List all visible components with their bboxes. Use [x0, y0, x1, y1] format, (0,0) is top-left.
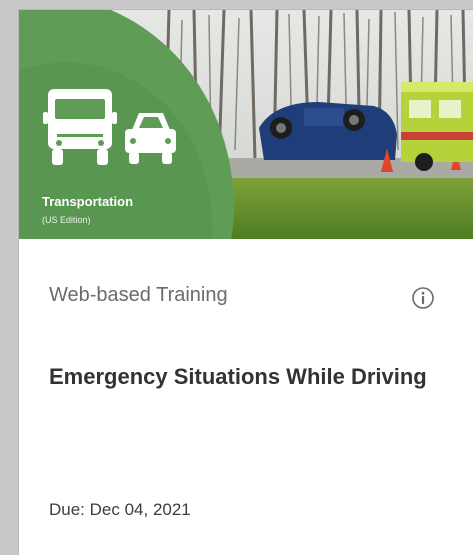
banner-category: Transportation	[42, 194, 133, 209]
due-date: Due: Dec 04, 2021	[49, 500, 191, 519]
course-banner-image: Transportation (US Edition)	[19, 10, 473, 239]
banner-edition: (US Edition)	[42, 215, 91, 225]
course-banner: Transportation (US Edition)	[19, 10, 473, 239]
course-card[interactable]: Transportation (US Edition) Web-based Tr…	[18, 9, 473, 555]
info-icon[interactable]	[411, 286, 435, 310]
training-type-label: Web-based Training	[49, 284, 228, 306]
course-title[interactable]: Emergency Situations While Driving	[49, 363, 449, 390]
